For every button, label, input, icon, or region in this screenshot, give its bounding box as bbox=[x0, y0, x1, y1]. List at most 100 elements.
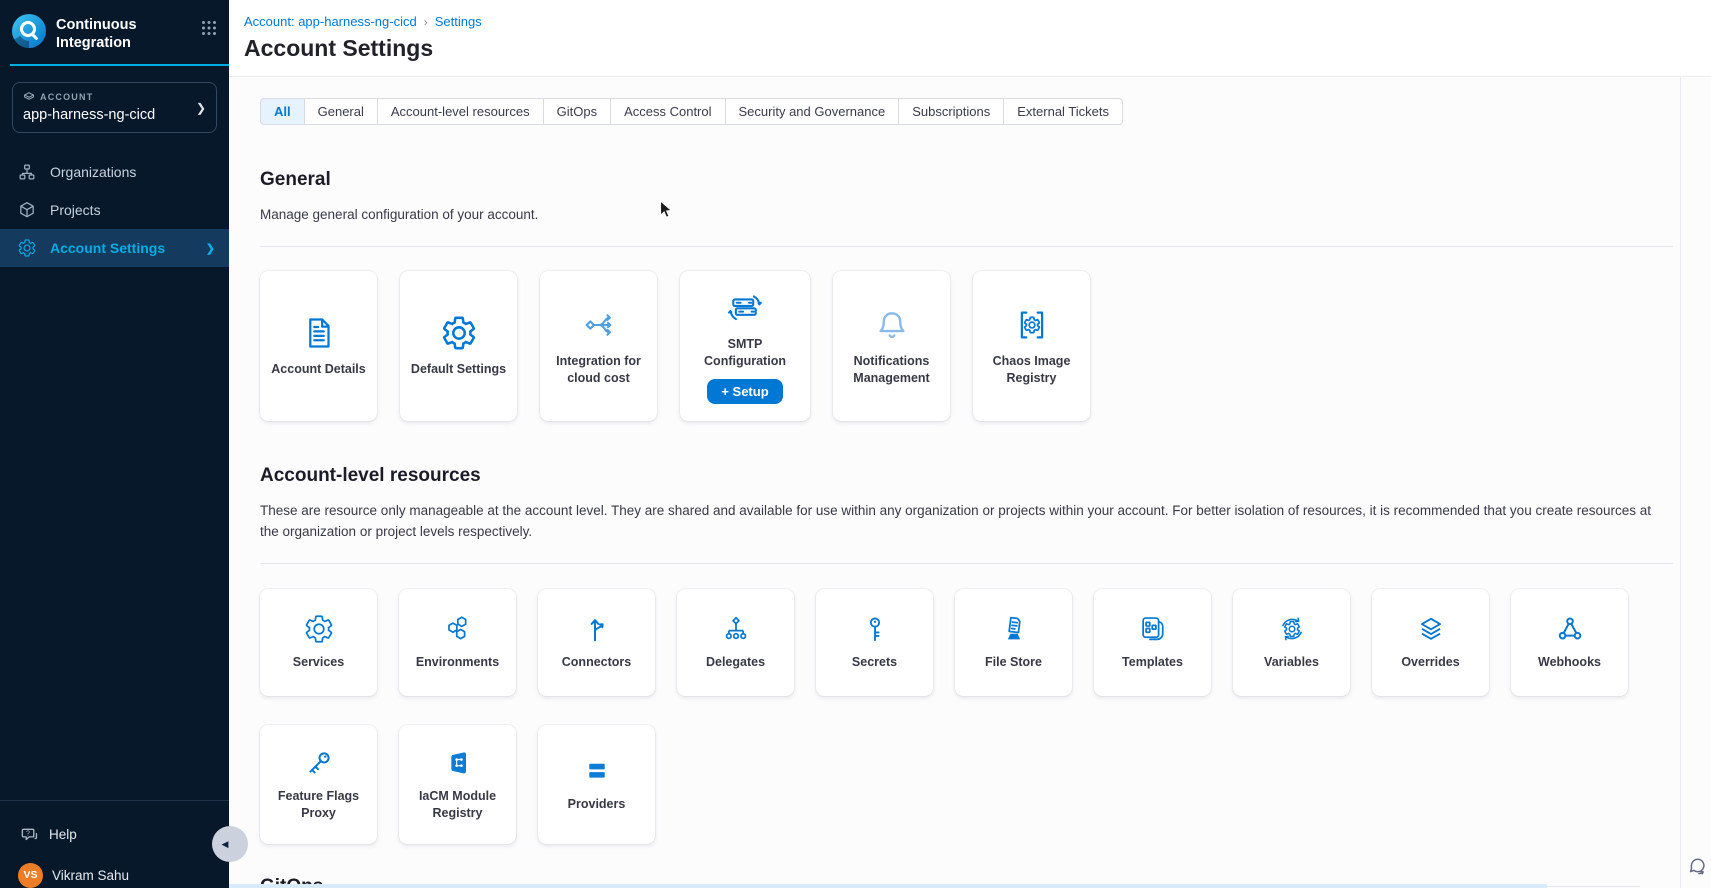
tab-external-tickets[interactable]: External Tickets bbox=[1003, 98, 1123, 125]
resource-card-secrets[interactable]: Secrets bbox=[816, 589, 933, 696]
sidebar-item-label: Account Settings bbox=[50, 240, 165, 256]
account-icon bbox=[23, 91, 35, 103]
user-menu[interactable]: VS Vikram Sahu bbox=[0, 844, 229, 888]
module-title: Continuous Integration bbox=[56, 14, 191, 52]
sidebar-item-organizations[interactable]: Organizations bbox=[0, 153, 229, 191]
file-stand-icon bbox=[998, 613, 1030, 645]
section-divider bbox=[260, 563, 1673, 564]
sidebar-nav: Organizations Projects Account Settings … bbox=[0, 153, 229, 267]
org-chart-icon bbox=[17, 162, 37, 182]
breadcrumb-settings-link[interactable]: Settings bbox=[435, 14, 482, 29]
tab-general[interactable]: General bbox=[304, 98, 378, 125]
sidebar-item-label: Organizations bbox=[50, 164, 136, 180]
general-section-title: General bbox=[260, 169, 1711, 191]
mail-server-sync-icon bbox=[726, 289, 764, 327]
settings-content: All General Account-level resources GitO… bbox=[229, 77, 1711, 888]
resource-card-delegates[interactable]: Delegates bbox=[677, 589, 794, 696]
tab-access-control[interactable]: Access Control bbox=[610, 98, 725, 125]
breadcrumb-account-link[interactable]: Account: app-harness-ng-cicd bbox=[244, 14, 417, 29]
resource-cards-row2: Feature Flags Proxy IaCM Module Registry bbox=[260, 725, 1711, 844]
template-doc-icon bbox=[1137, 613, 1169, 645]
main-area: Account: app-harness-ng-cicd › Settings … bbox=[229, 0, 1711, 888]
avatar: VS bbox=[18, 863, 43, 888]
chevron-right-icon: ❯ bbox=[196, 101, 206, 115]
card-notifications-management[interactable]: Notifications Management bbox=[833, 271, 950, 421]
module-accent-rule bbox=[10, 64, 229, 66]
card-smtp-configuration[interactable]: SMTP Configuration + Setup bbox=[680, 271, 810, 421]
tab-security-and-governance[interactable]: Security and Governance bbox=[725, 98, 900, 125]
resource-card-templates[interactable]: Templates bbox=[1094, 589, 1211, 696]
harness-ci-logo bbox=[12, 14, 46, 48]
section-divider bbox=[260, 246, 1673, 247]
card-chaos-image-registry[interactable]: Chaos Image Registry bbox=[973, 271, 1090, 421]
user-name: Vikram Sahu bbox=[52, 868, 129, 883]
next-section-edge bbox=[229, 884, 1547, 888]
help-button[interactable]: ? Help bbox=[0, 801, 229, 844]
sidebar-item-label: Projects bbox=[50, 202, 101, 218]
sidebar-item-account-settings[interactable]: Account Settings ❯ bbox=[0, 229, 229, 267]
gear-icon bbox=[440, 314, 478, 352]
card-integration-cloud-cost[interactable]: Integration for cloud cost bbox=[540, 271, 657, 421]
sidebar-header: Continuous Integration bbox=[0, 0, 229, 52]
general-cards: Account Details Default Settings Integra… bbox=[260, 271, 1711, 421]
card-account-details[interactable]: Account Details bbox=[260, 271, 377, 421]
sidebar-collapse-button[interactable]: ◀ bbox=[212, 826, 248, 862]
key-icon bbox=[859, 613, 891, 645]
chevron-right-icon: ❯ bbox=[206, 242, 215, 255]
resource-card-iacm-module-registry[interactable]: IaCM Module Registry bbox=[399, 725, 516, 844]
smtp-setup-button[interactable]: + Setup bbox=[707, 379, 782, 404]
bell-icon bbox=[873, 306, 911, 344]
gear-brackets-icon bbox=[1013, 306, 1051, 344]
gear-icon bbox=[17, 238, 37, 258]
svg-text:?: ? bbox=[26, 830, 30, 838]
resource-card-providers[interactable]: Providers bbox=[538, 725, 655, 844]
account-name: app-harness-ng-cicd bbox=[23, 107, 206, 123]
page-title: Account Settings bbox=[244, 35, 1711, 62]
sidebar: Continuous Integration ACCOUNT app-harne… bbox=[0, 0, 229, 888]
grid-icon bbox=[201, 20, 217, 36]
tab-all[interactable]: All bbox=[260, 98, 305, 125]
org-tree-icon bbox=[720, 613, 752, 645]
account-label: ACCOUNT bbox=[40, 92, 93, 102]
sidebar-item-projects[interactable]: Projects bbox=[0, 191, 229, 229]
resource-card-file-store[interactable]: File Store bbox=[955, 589, 1072, 696]
resource-card-overrides[interactable]: Overrides bbox=[1372, 589, 1489, 696]
gear-sync-icon bbox=[1276, 613, 1308, 645]
resource-cards-row1: Services Environments Connectors bbox=[260, 589, 1711, 696]
cube-icon bbox=[17, 200, 37, 220]
module-flag-icon bbox=[442, 747, 474, 779]
hexagons-icon bbox=[442, 613, 474, 645]
feedback-widget-button[interactable] bbox=[1686, 855, 1710, 879]
page-header: Account: app-harness-ng-cicd › Settings … bbox=[229, 0, 1711, 77]
branch-share-icon bbox=[580, 306, 618, 344]
document-icon bbox=[300, 314, 338, 352]
sidebar-footer: ? Help VS Vikram Sahu bbox=[0, 800, 229, 888]
help-chat-icon: ? bbox=[20, 825, 39, 844]
layers-icon bbox=[1415, 613, 1447, 645]
tab-subscriptions[interactable]: Subscriptions bbox=[898, 98, 1004, 125]
fork-arrow-icon bbox=[581, 613, 613, 645]
resource-card-connectors[interactable]: Connectors bbox=[538, 589, 655, 696]
resource-card-services[interactable]: Services bbox=[260, 589, 377, 696]
diagonal-key-icon bbox=[303, 747, 335, 779]
settings-tabs: All General Account-level resources GitO… bbox=[260, 98, 1123, 125]
card-default-settings[interactable]: Default Settings bbox=[400, 271, 517, 421]
resources-section-description: These are resource only manageable at th… bbox=[260, 501, 1673, 542]
general-section-description: Manage general configuration of your acc… bbox=[260, 205, 1673, 225]
breadcrumb-separator: › bbox=[424, 15, 428, 29]
scrollbar-track[interactable] bbox=[1680, 77, 1681, 888]
resources-section-title: Account-level resources bbox=[260, 465, 1711, 487]
breadcrumb: Account: app-harness-ng-cicd › Settings bbox=[244, 14, 1711, 29]
bars-icon bbox=[581, 755, 613, 787]
resource-card-feature-flags-proxy[interactable]: Feature Flags Proxy bbox=[260, 725, 377, 844]
resource-card-webhooks[interactable]: Webhooks bbox=[1511, 589, 1628, 696]
tab-account-level-resources[interactable]: Account-level resources bbox=[377, 98, 544, 125]
gear-icon bbox=[303, 613, 335, 645]
tab-gitops[interactable]: GitOps bbox=[543, 98, 611, 125]
resource-card-variables[interactable]: Variables bbox=[1233, 589, 1350, 696]
help-label: Help bbox=[49, 827, 77, 842]
resource-card-environments[interactable]: Environments bbox=[399, 589, 516, 696]
chevron-left-icon: ◀ bbox=[222, 839, 229, 850]
account-selector[interactable]: ACCOUNT app-harness-ng-cicd ❯ bbox=[12, 82, 217, 133]
module-switcher-button[interactable] bbox=[201, 20, 217, 36]
